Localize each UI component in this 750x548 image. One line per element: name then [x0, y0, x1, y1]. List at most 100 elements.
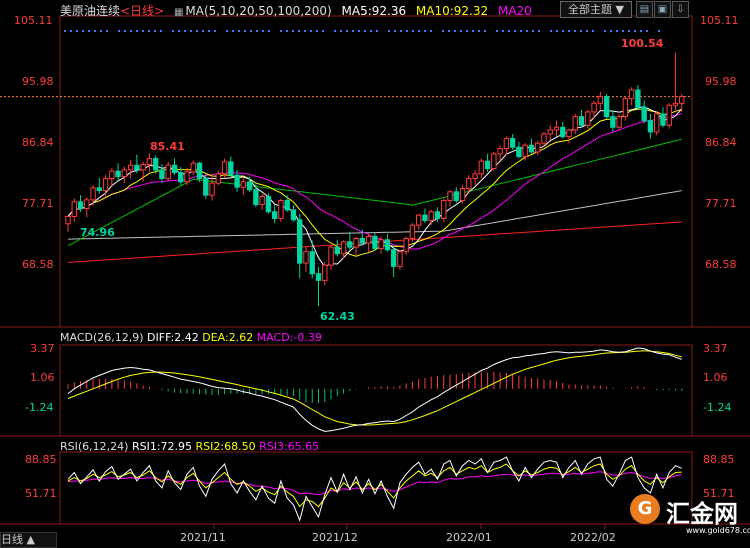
- candle-body: [428, 211, 434, 221]
- dotted-marker: [562, 30, 564, 32]
- candle-body: [434, 211, 441, 219]
- candle-body: [528, 144, 535, 153]
- candle-body: [390, 249, 397, 267]
- candle-body: [641, 106, 647, 122]
- rsi3-line: [67, 471, 682, 496]
- candle-body: [453, 191, 459, 201]
- dotted-marker: [370, 30, 372, 32]
- dotted-marker: [190, 30, 192, 32]
- dotted-marker: [256, 30, 258, 32]
- dotted-marker: [250, 30, 252, 32]
- config-icon[interactable]: ▤: [636, 1, 653, 18]
- macd-tick-right-2: -1.24: [703, 401, 732, 414]
- ma10-value: MA10:92.32: [415, 4, 489, 18]
- dotted-marker: [160, 30, 162, 32]
- candle-body: [516, 146, 522, 158]
- candle-body: [372, 235, 378, 249]
- theme-dropdown[interactable]: 全部主题 ▼: [560, 1, 632, 18]
- ma-settings-icon[interactable]: ▦: [174, 7, 183, 18]
- dotted-marker: [430, 30, 432, 32]
- candle-body: [647, 120, 654, 133]
- candle-body: [65, 215, 71, 225]
- dotted-marker: [70, 30, 72, 32]
- candle-body: [209, 182, 215, 196]
- dotted-marker: [460, 30, 462, 32]
- ma-settings-label[interactable]: MA(5,10,20,50,100,200): [185, 4, 331, 18]
- macd-tick-left-0: 3.37: [30, 342, 55, 355]
- x-tick-3: 2022/02: [570, 531, 616, 544]
- dotted-marker: [424, 30, 426, 32]
- macd-diff-line: [67, 347, 682, 432]
- ma50-line: [67, 138, 682, 247]
- macd-tick-left-1: 1.06: [30, 371, 55, 384]
- candle-body: [203, 178, 209, 196]
- dotted-marker: [610, 30, 612, 32]
- period-selector-button[interactable]: 日线 ▲: [0, 532, 57, 548]
- candle-body: [322, 264, 328, 281]
- dotted-marker: [502, 30, 504, 32]
- y-tick-left-2: 86.84: [22, 136, 54, 149]
- candle-body: [384, 239, 391, 251]
- dotted-marker: [202, 30, 204, 32]
- y-tick-left-1: 95.98: [22, 75, 54, 88]
- macd-header: MACD(26,12,9) DIFF:2.42 DEA:2.62 MACD:-0…: [60, 331, 322, 344]
- chart-canvas: [0, 15, 750, 529]
- dotted-marker: [358, 30, 360, 32]
- macd-tick-left-2: -1.24: [25, 401, 54, 414]
- candle-body: [491, 153, 497, 170]
- macd-tick-right-0: 3.37: [703, 342, 728, 355]
- candle-body: [422, 214, 428, 221]
- candle-body: [297, 219, 303, 264]
- candle-body: [553, 126, 560, 131]
- dotted-marker: [94, 30, 96, 32]
- candle-body: [679, 96, 685, 104]
- y-tick-right-4: 68.58: [705, 258, 737, 271]
- candle-body: [610, 116, 616, 128]
- dotted-marker: [520, 30, 522, 32]
- dotted-marker: [550, 30, 552, 32]
- candle-body: [578, 116, 585, 126]
- candle-body: [635, 89, 641, 108]
- window-icon[interactable]: ▣: [654, 1, 671, 18]
- rsi1-line: [67, 456, 682, 522]
- rsi2-value: RSI2:68.50: [195, 440, 256, 453]
- rsi3-value: RSI3:65.65: [259, 440, 320, 453]
- watermark-logo: G 汇金网 www.gold678.com: [626, 484, 750, 546]
- candle-body: [522, 144, 528, 158]
- candle-body: [328, 246, 334, 266]
- candle-body: [184, 171, 190, 183]
- logo-text: 汇金网: [666, 500, 738, 528]
- dotted-marker: [154, 30, 156, 32]
- candle-body: [228, 161, 234, 176]
- candle-body: [159, 169, 165, 180]
- candle-body: [359, 237, 366, 244]
- candle-body: [503, 138, 510, 150]
- dotted-marker: [136, 30, 138, 32]
- candle-body: [541, 133, 547, 144]
- dotted-marker: [286, 30, 288, 32]
- candle-body: [190, 162, 196, 173]
- candle-body: [303, 251, 309, 264]
- scroll-down-icon[interactable]: ⇩: [672, 1, 689, 18]
- candle-body: [547, 129, 553, 135]
- y-tick-left-0: 105.11: [14, 14, 53, 27]
- dotted-marker: [208, 30, 210, 32]
- candle-body: [535, 142, 541, 153]
- logo-mark: G: [630, 494, 660, 524]
- candle-body: [84, 199, 90, 209]
- theme-dropdown-label: 全部主题: [568, 3, 613, 16]
- dotted-marker: [556, 30, 558, 32]
- candle-body: [290, 209, 297, 221]
- peak-label: 100.54: [621, 37, 664, 50]
- x-tick-1: 2021/12: [312, 531, 358, 544]
- dotted-marker: [100, 30, 102, 32]
- rsi-tick-left-1: 51.71: [25, 487, 57, 500]
- candle-body: [265, 195, 272, 213]
- candle-body: [466, 178, 472, 190]
- dotted-marker: [628, 30, 630, 32]
- candle-body: [152, 158, 159, 171]
- period-label: <日线>: [120, 4, 165, 18]
- dotted-marker: [406, 30, 408, 32]
- dotted-marker: [418, 30, 420, 32]
- candle-body: [96, 187, 103, 192]
